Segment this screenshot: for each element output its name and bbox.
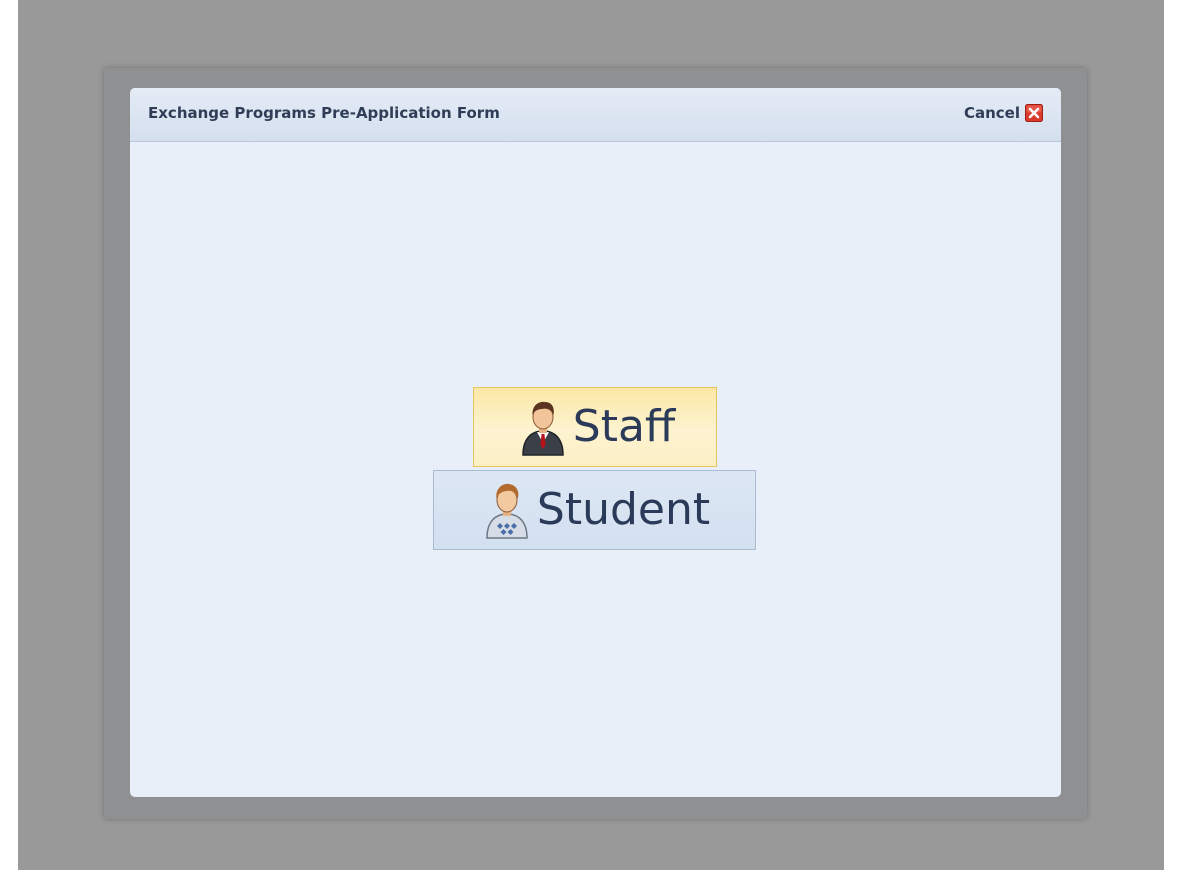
staff-button[interactable]: Staff [473,387,717,467]
staff-person-icon [522,401,564,456]
student-person-icon [486,483,528,539]
close-icon [1025,104,1043,122]
student-label: Student [536,484,711,535]
dialog-header: Exchange Programs Pre-Application Form C… [130,88,1061,142]
cancel-button[interactable]: Cancel [964,104,1043,122]
staff-label: Staff [572,401,676,452]
pre-application-dialog: Exchange Programs Pre-Application Form C… [130,88,1061,797]
dialog-title: Exchange Programs Pre-Application Form [148,104,500,122]
student-button[interactable]: Student [433,470,756,550]
cancel-label: Cancel [963,104,1020,122]
